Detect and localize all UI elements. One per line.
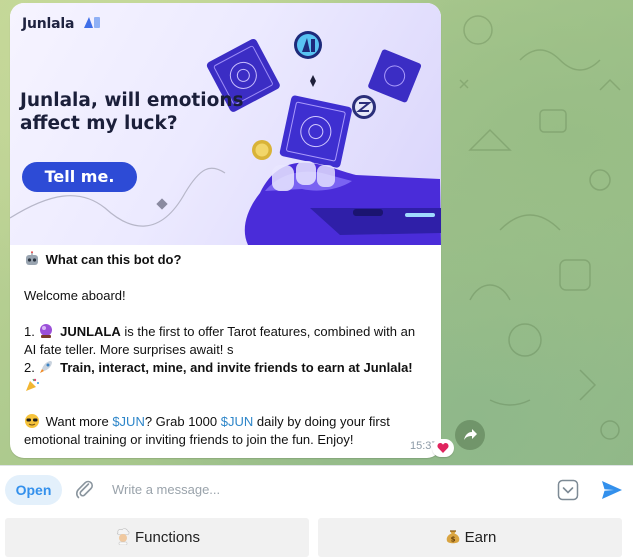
crystal-ball-icon <box>40 324 53 338</box>
svg-text:$: $ <box>450 536 455 544</box>
heart-icon <box>437 443 449 453</box>
functions-label: Functions <box>134 529 201 546</box>
heading-text: What can this bot do? <box>45 252 182 267</box>
paperclip-icon[interactable] <box>72 477 96 501</box>
para-text-a: Want more <box>45 414 113 429</box>
functions-button[interactable]: Functions <box>5 518 309 557</box>
money-bag-icon: $ <box>446 530 459 544</box>
para-text-c: daily by doing your first <box>253 414 390 429</box>
open-app-button[interactable]: Open <box>5 475 62 505</box>
cashtag-link[interactable]: $JUN <box>112 414 145 429</box>
item1-text: is the first to offer Tarot features, co… <box>120 324 416 339</box>
cashtag-link[interactable]: $JUN <box>221 414 254 429</box>
list-number-1: 1. <box>24 324 35 339</box>
item2-bold: Train, interact, mine, and invite friend… <box>60 360 413 375</box>
banner-headline-line1: Junlala, will emotions <box>20 90 244 111</box>
para-line2: emotional training or inviting friends t… <box>24 432 354 447</box>
send-icon[interactable] <box>600 478 624 502</box>
chef-icon <box>116 528 130 545</box>
banner-headline: Junlala, will emotions affect my luck? <box>20 89 250 135</box>
robot-icon <box>26 251 38 265</box>
forward-button[interactable] <box>455 420 485 450</box>
message-heading: What can this bot do? <box>24 251 434 269</box>
welcome-text: Welcome aboard! <box>24 288 126 303</box>
list-item-2: 2. Train, interact, mine, and invite fri… <box>24 359 434 377</box>
reaction-badge[interactable] <box>432 439 454 457</box>
junlala-bold: JUNLALA <box>60 324 121 339</box>
message-text: What can this bot do? Welcome aboard! 1.… <box>24 251 434 449</box>
item1-line2: AI fate teller. More surprises await! s <box>24 342 234 357</box>
para-text-b: ? Grab 1000 <box>144 414 221 429</box>
message-input[interactable] <box>112 476 532 502</box>
rocket-icon <box>40 361 53 373</box>
promo-paragraph: Want more $JUN? Grab 1000 $JUN daily by … <box>24 413 434 431</box>
share-arrow-icon <box>464 429 477 440</box>
list-number-2: 2. <box>24 360 35 375</box>
list-item-1: 1. JUNLALA is the first to offer Tarot f… <box>24 323 434 341</box>
promo-banner-image[interactable]: Junlala Junlala, will emotions affect my… <box>10 3 441 245</box>
party-popper-icon <box>26 378 39 391</box>
message-composer: Open <box>0 465 633 510</box>
keyboard-toggle-icon[interactable] <box>557 479 579 501</box>
earn-label: Earn <box>464 529 497 546</box>
bot-message-bubble: Junlala Junlala, will emotions affect my… <box>10 3 441 458</box>
sunglasses-icon <box>25 414 39 428</box>
bot-keyboard: Functions $ Earn <box>0 510 633 560</box>
banner-headline-line2: affect my luck? <box>20 113 178 134</box>
party-line <box>24 377 434 395</box>
tell-me-button[interactable]: Tell me. <box>22 162 137 192</box>
earn-button[interactable]: $ Earn <box>318 518 622 557</box>
